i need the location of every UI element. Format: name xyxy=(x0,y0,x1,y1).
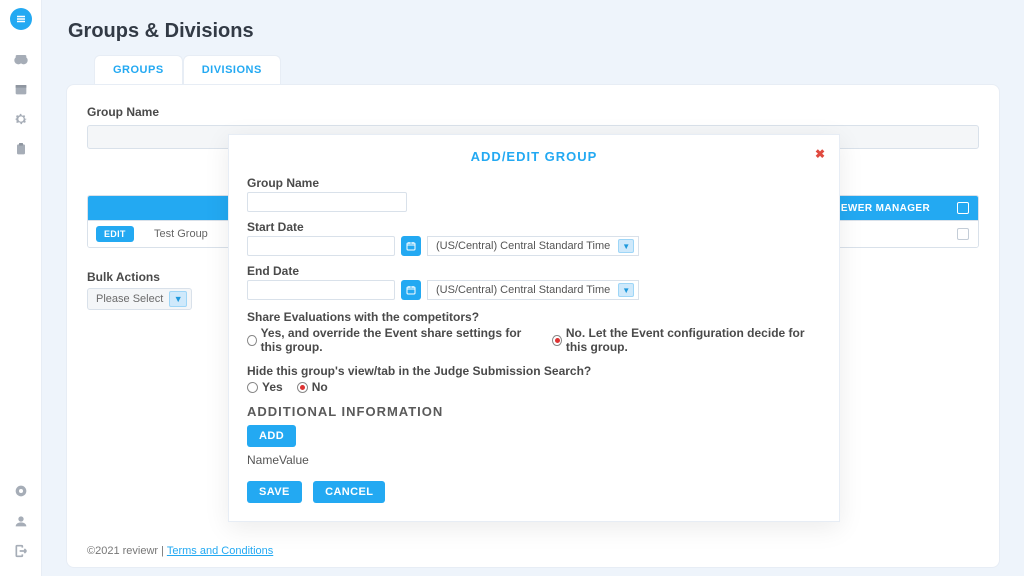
bulk-select[interactable]: Please Select ▼ xyxy=(87,288,192,310)
hide-no-radio[interactable]: No xyxy=(297,380,328,394)
modal-title: ADD/EDIT GROUP xyxy=(247,149,821,164)
page-title: Groups & Divisions xyxy=(68,20,1000,43)
cancel-button[interactable]: CANCEL xyxy=(313,481,385,503)
hide-question: Hide this group's view/tab in the Judge … xyxy=(247,364,821,378)
start-tz-select[interactable]: (US/Central) Central Standard Time ▼ xyxy=(427,236,639,256)
name-value-row: NameValue xyxy=(247,453,821,467)
help-icon[interactable] xyxy=(0,476,42,506)
calendar-icon[interactable] xyxy=(0,74,42,104)
start-date-calendar-icon[interactable] xyxy=(401,236,421,256)
close-icon[interactable]: ✖ xyxy=(815,147,825,161)
additional-info-heading: ADDITIONAL INFORMATION xyxy=(247,404,821,419)
chevron-down-icon: ▼ xyxy=(618,283,634,297)
th-action xyxy=(88,196,146,220)
share-yes-radio[interactable]: Yes, and override the Event share settin… xyxy=(247,326,534,354)
tabs: GROUPS DIVISIONS xyxy=(94,55,1000,84)
chevron-down-icon: ▼ xyxy=(618,239,634,253)
add-edit-group-modal: ✖ ADD/EDIT GROUP Group Name Start Date (… xyxy=(228,134,840,522)
footer-copyright: ©2021 reviewr | xyxy=(87,545,167,557)
bulk-select-value: Please Select xyxy=(96,293,163,305)
end-date-calendar-icon[interactable] xyxy=(401,280,421,300)
share-question: Share Evaluations with the competitors? xyxy=(247,310,821,324)
row-checkbox[interactable] xyxy=(957,228,969,240)
footer: ©2021 reviewr | Terms and Conditions xyxy=(87,537,273,557)
start-date-label: Start Date xyxy=(247,220,821,234)
end-date-label: End Date xyxy=(247,264,821,278)
hide-yes-radio[interactable]: Yes xyxy=(247,380,283,394)
dashboard-icon[interactable] xyxy=(0,44,42,74)
group-name-label: Group Name xyxy=(247,176,821,190)
start-date-input[interactable] xyxy=(247,236,395,256)
add-button[interactable]: ADD xyxy=(247,425,296,447)
user-icon[interactable] xyxy=(0,506,42,536)
edit-button[interactable]: EDIT xyxy=(96,226,134,242)
app-logo[interactable] xyxy=(10,8,32,30)
end-date-input[interactable] xyxy=(247,280,395,300)
end-tz-select[interactable]: (US/Central) Central Standard Time ▼ xyxy=(427,280,639,300)
chevron-down-icon: ▼ xyxy=(169,291,187,307)
tab-groups[interactable]: GROUPS xyxy=(94,55,183,84)
logout-icon[interactable] xyxy=(0,536,42,566)
group-name-input[interactable] xyxy=(247,192,407,212)
gear-icon[interactable] xyxy=(0,104,42,134)
tab-divisions[interactable]: DIVISIONS xyxy=(183,55,281,84)
terms-link[interactable]: Terms and Conditions xyxy=(167,545,273,557)
clipboard-icon[interactable] xyxy=(0,134,42,164)
share-no-radio[interactable]: No. Let the Event configuration decide f… xyxy=(552,326,821,354)
save-button[interactable]: SAVE xyxy=(247,481,302,503)
th-select-all[interactable] xyxy=(948,196,978,220)
filter-label: Group Name xyxy=(87,105,979,119)
sidebar xyxy=(0,0,42,576)
